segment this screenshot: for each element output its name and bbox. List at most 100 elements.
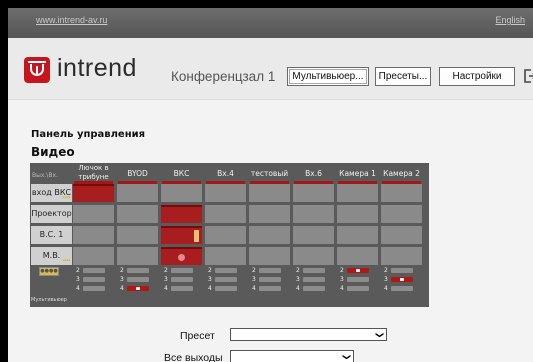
column-header: Вх.4 [205, 165, 246, 184]
matrix-cell[interactable] [117, 205, 158, 223]
column-header-label: Вх.4 [217, 168, 234, 178]
matrix-cell[interactable] [117, 184, 158, 202]
matrix-cell[interactable] [161, 226, 202, 244]
matrix-cell[interactable] [249, 247, 290, 265]
level-slot[interactable] [171, 277, 193, 282]
level-slot[interactable] [259, 268, 281, 273]
level-slot[interactable] [347, 268, 369, 273]
matrix-cell[interactable] [73, 226, 114, 244]
row-header-label: М.В. [42, 251, 61, 260]
settings-button[interactable]: Настройки [439, 67, 515, 86]
row-header[interactable]: Проектор [31, 205, 72, 223]
level-slot[interactable] [259, 277, 281, 282]
matrix-cell[interactable] [161, 184, 202, 202]
level-slot[interactable] [127, 286, 149, 291]
row-header[interactable]: М.В. •••• [31, 247, 72, 265]
matrix-cell[interactable] [161, 205, 202, 223]
matrix-cell[interactable] [249, 205, 290, 223]
matrix-cell[interactable] [381, 205, 422, 223]
level-slot[interactable] [347, 286, 369, 291]
level-slot[interactable] [83, 268, 105, 273]
matrix-cell[interactable] [337, 184, 378, 202]
matrix-cell[interactable] [117, 226, 158, 244]
matrix-cell[interactable] [117, 247, 158, 265]
level-number: 2 [76, 267, 80, 274]
level-number: 4 [164, 285, 168, 292]
multiviewer-button[interactable]: Мультивьюер... [287, 67, 369, 86]
level-number: 2 [296, 267, 300, 274]
level-slot[interactable] [215, 286, 237, 291]
level-slot[interactable] [83, 286, 105, 291]
matrix-cell[interactable] [337, 247, 378, 265]
matrix-cell[interactable] [293, 205, 334, 223]
level-slot[interactable] [171, 286, 193, 291]
level-number: 3 [384, 276, 388, 283]
matrix-cell[interactable] [161, 247, 202, 265]
level-slot[interactable] [303, 268, 325, 273]
level-number: 4 [296, 285, 300, 292]
matrix-cell[interactable] [381, 184, 422, 202]
matrix-cell[interactable] [73, 205, 114, 223]
level-slot[interactable] [215, 277, 237, 282]
level-number: 4 [340, 285, 344, 292]
level-number: 2 [208, 267, 212, 274]
matrix-cell[interactable] [73, 247, 114, 265]
matrix-cell[interactable] [205, 205, 246, 223]
column-header-label: Лючок в трибуне [78, 164, 109, 181]
outputs-select[interactable]: ❯ [230, 350, 354, 362]
matrix-cell[interactable] [293, 226, 334, 244]
matrix-cell[interactable] [73, 184, 114, 202]
level-number: 3 [296, 276, 300, 283]
top-bar: www.intrend-av.ru English [8, 8, 533, 38]
preset-select[interactable]: ❯ [230, 328, 387, 341]
row-header[interactable]: вход ВКС •••• [31, 184, 72, 202]
matrix-cell[interactable] [381, 226, 422, 244]
column-header: Лючок в трибуне [73, 164, 114, 184]
video-section-title: Видео [31, 145, 75, 159]
level-slot[interactable] [171, 268, 193, 273]
level-slot[interactable] [127, 277, 149, 282]
level-number: 2 [384, 267, 388, 274]
room-title: Конференцзал 1 [171, 69, 276, 84]
site-link[interactable]: www.intrend-av.ru [36, 15, 107, 25]
column-header-label: Вх.6 [305, 168, 322, 178]
level-number: 3 [252, 276, 256, 283]
matrix-cell[interactable] [205, 226, 246, 244]
level-slot[interactable] [391, 268, 413, 273]
level-slot[interactable] [303, 277, 325, 282]
level-group: 2 3 4 [381, 267, 422, 297]
matrix-cell[interactable] [381, 247, 422, 265]
row-header-label: Проектор [31, 209, 72, 218]
matrix-cell[interactable] [249, 226, 290, 244]
matrix-cell[interactable] [337, 226, 378, 244]
matrix-cell[interactable] [205, 247, 246, 265]
level-group: 2 3 4 [293, 267, 334, 297]
panel-title: Панель управления [31, 129, 146, 140]
level-slot[interactable] [347, 277, 369, 282]
level-group: 2 3 4 [73, 267, 114, 297]
language-link-english[interactable]: English [495, 15, 525, 25]
exit-icon[interactable] [523, 69, 533, 83]
level-slot[interactable] [391, 277, 413, 282]
multiviewer-mode-button[interactable]: ●●●● [39, 267, 59, 276]
level-slot[interactable] [83, 277, 105, 282]
level-slot[interactable] [391, 286, 413, 291]
matrix-cell[interactable] [337, 205, 378, 223]
matrix-cell[interactable] [205, 184, 246, 202]
level-slot[interactable] [259, 286, 281, 291]
matrix-cell[interactable] [293, 247, 334, 265]
matrix-cell[interactable] [249, 184, 290, 202]
column-header-label: тестовый [250, 168, 289, 178]
column-header: ВКС [161, 165, 202, 184]
preset-label: Пресет [180, 330, 215, 342]
presets-button[interactable]: Пресеты... [375, 67, 431, 86]
row-header[interactable]: В.С. 1 [31, 226, 72, 244]
level-slot[interactable] [303, 286, 325, 291]
level-slot[interactable] [127, 268, 149, 273]
column-header: Камера 2 [381, 165, 422, 184]
video-matrix: Вых.\Вх. Лючок в трибуне BYOD ВКС Вх.4 тесто… [30, 163, 429, 307]
matrix-cell[interactable] [293, 184, 334, 202]
chevron-down-icon: ❯ [342, 353, 352, 361]
level-slot[interactable] [215, 268, 237, 273]
control-panel: Панель управления Видео Вых.\Вх. Лючок в… [8, 101, 533, 362]
